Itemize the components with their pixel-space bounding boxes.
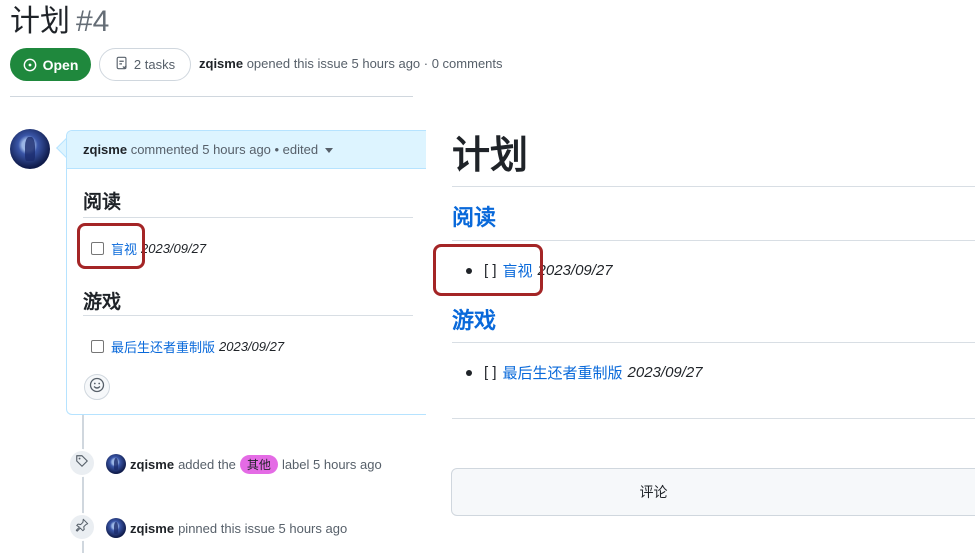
issue-meta: zqisme opened this issue 5 hours ago · 0… <box>199 56 503 71</box>
task-item: 最后生还者重制版 2023/09/27 <box>91 337 284 356</box>
task-link[interactable]: 最后生还者重制版 <box>111 337 215 356</box>
edited-dropdown-caret-icon[interactable] <box>325 148 334 154</box>
comment-meta: commented 5 hours ago • edited <box>130 142 319 157</box>
header-divider <box>10 96 413 97</box>
preview-divider <box>452 418 975 419</box>
avatar[interactable] <box>106 518 126 538</box>
task-date: 2023/09/27 <box>141 241 207 256</box>
task-checkbox[interactable] <box>91 340 104 353</box>
preview-checkbox-text: [ ] <box>484 364 497 381</box>
task-date: 2023/09/27 <box>219 339 285 354</box>
issue-title: 计划 #4 <box>10 2 109 42</box>
preview-divider <box>452 240 975 241</box>
event-actor-link[interactable]: zqisme <box>130 457 174 472</box>
preview-list-item: [ ] 最后生还者重制版 2023/09/27 <box>466 362 703 383</box>
preview-date: 2023/09/27 <box>537 262 613 279</box>
issue-title-text: 计划 <box>10 4 70 39</box>
event-text: pinned this issue 5 hours ago <box>178 520 348 536</box>
event-actor-link[interactable]: zqisme <box>130 521 174 536</box>
timeline-badge <box>68 513 96 541</box>
avatar[interactable] <box>106 454 126 474</box>
timeline-badge <box>68 449 96 477</box>
section-heading-games: 游戏 <box>83 291 122 313</box>
issue-state-label: Open <box>42 56 79 73</box>
preview-title: 计划 <box>452 133 529 177</box>
issue-state-badge: Open <box>10 48 91 81</box>
timeline-pin-event: zqisme pinned this issue 5 hours ago <box>106 518 347 538</box>
issue-author-link[interactable]: zqisme <box>199 56 243 71</box>
bullet <box>466 369 472 376</box>
smiley-icon <box>89 377 105 398</box>
issue-number: #4 <box>76 5 110 38</box>
issue-open-icon <box>23 58 37 72</box>
preview-heading-reading: 阅读 <box>452 206 497 231</box>
avatar[interactable] <box>10 129 50 169</box>
issue-opened-text: opened this issue 5 hours ago · 0 commen… <box>246 56 503 71</box>
highlight-annotation <box>433 244 543 296</box>
add-reaction-button[interactable] <box>84 374 110 400</box>
preview-divider <box>452 342 975 343</box>
preview-divider <box>452 186 975 187</box>
preview-date: 2023/09/27 <box>627 364 703 381</box>
label-chip[interactable]: 其他 <box>239 454 278 474</box>
preview-link[interactable]: 最后生还者重制版 <box>503 362 623 383</box>
timeline-label-event: zqisme added the 其他 label 5 hours ago <box>106 454 382 474</box>
checklist-icon <box>115 56 129 73</box>
event-text: label 5 hours ago <box>281 456 382 472</box>
comment-box: zqisme commented 5 hours ago • edited 阅读… <box>66 130 426 415</box>
tasks-button[interactable]: 2 tasks <box>99 48 191 81</box>
highlight-annotation <box>77 223 145 269</box>
tasks-count: 2 tasks <box>133 57 176 72</box>
section-heading-reading: 阅读 <box>83 191 122 213</box>
event-text: added the <box>178 456 236 472</box>
section-divider <box>83 315 413 316</box>
tag-icon <box>75 454 89 473</box>
comment-header: zqisme commented 5 hours ago • edited <box>67 131 426 169</box>
comment-author-link[interactable]: zqisme <box>83 142 127 157</box>
comment-button[interactable]: 评论 <box>451 468 975 516</box>
section-divider <box>83 217 413 218</box>
pin-icon <box>75 518 89 537</box>
preview-heading-games: 游戏 <box>452 309 497 334</box>
